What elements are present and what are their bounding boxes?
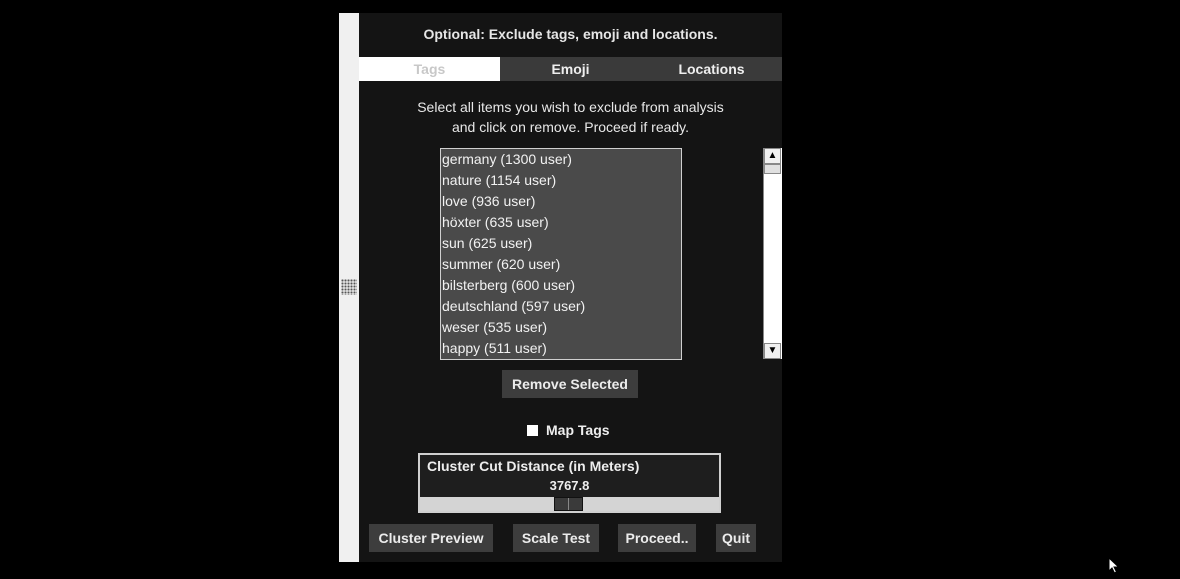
scale-test-button[interactable]: Scale Test [513,524,599,552]
list-item[interactable]: nature (1154 user) [441,170,681,191]
tag-listbox[interactable]: germany (1300 user) nature (1154 user) l… [440,148,682,360]
map-tags-checkbox[interactable] [527,424,538,436]
instructions-line-2: and click on remove. Proceed if ready. [451,119,690,135]
list-item[interactable]: summer (620 user) [441,254,681,275]
page-title: Optional: Exclude tags, emoji and locati… [423,26,718,42]
cluster-distance-title: Cluster Cut Distance (in Meters) [427,458,640,474]
list-item[interactable]: germany (1300 user) [441,149,681,170]
list-item[interactable]: weser (535 user) [441,317,681,338]
tab-emoji[interactable]: Emoji [500,57,641,81]
slider-handle[interactable] [554,497,583,511]
quit-button[interactable]: Quit [716,524,756,552]
map-tags-label: Map Tags [546,422,610,438]
tab-bar: Tags Emoji Locations [359,57,782,81]
list-scrollbar[interactable]: ▲ ▼ [763,148,782,359]
resize-grip-icon[interactable] [341,279,357,295]
instructions-text: Select all items you wish to exclude fro… [359,97,782,137]
list-item[interactable]: bilsterberg (600 user) [441,275,681,296]
map-tags-option[interactable]: Map Tags [527,421,610,439]
mouse-pointer-icon [1108,556,1120,579]
scroll-up-arrow-icon[interactable]: ▲ [764,148,781,164]
proceed-button[interactable]: Proceed.. [618,524,696,552]
tab-locations[interactable]: Locations [641,57,782,81]
list-item[interactable]: happy (511 user) [441,338,681,359]
instructions-line-1: Select all items you wish to exclude fro… [417,99,724,115]
list-item[interactable]: deutschland (597 user) [441,296,681,317]
list-item[interactable]: sun (625 user) [441,233,681,254]
cluster-preview-button[interactable]: Cluster Preview [369,524,493,552]
cluster-distance-value: 3767.8 [549,478,590,493]
scroll-down-arrow-icon[interactable]: ▼ [764,343,781,359]
list-item[interactable]: höxter (635 user) [441,212,681,233]
list-item[interactable]: love (936 user) [441,191,681,212]
remove-selected-button[interactable]: Remove Selected [502,370,638,398]
tab-tags[interactable]: Tags [359,57,500,81]
scrollbar-thumb[interactable] [764,164,781,174]
